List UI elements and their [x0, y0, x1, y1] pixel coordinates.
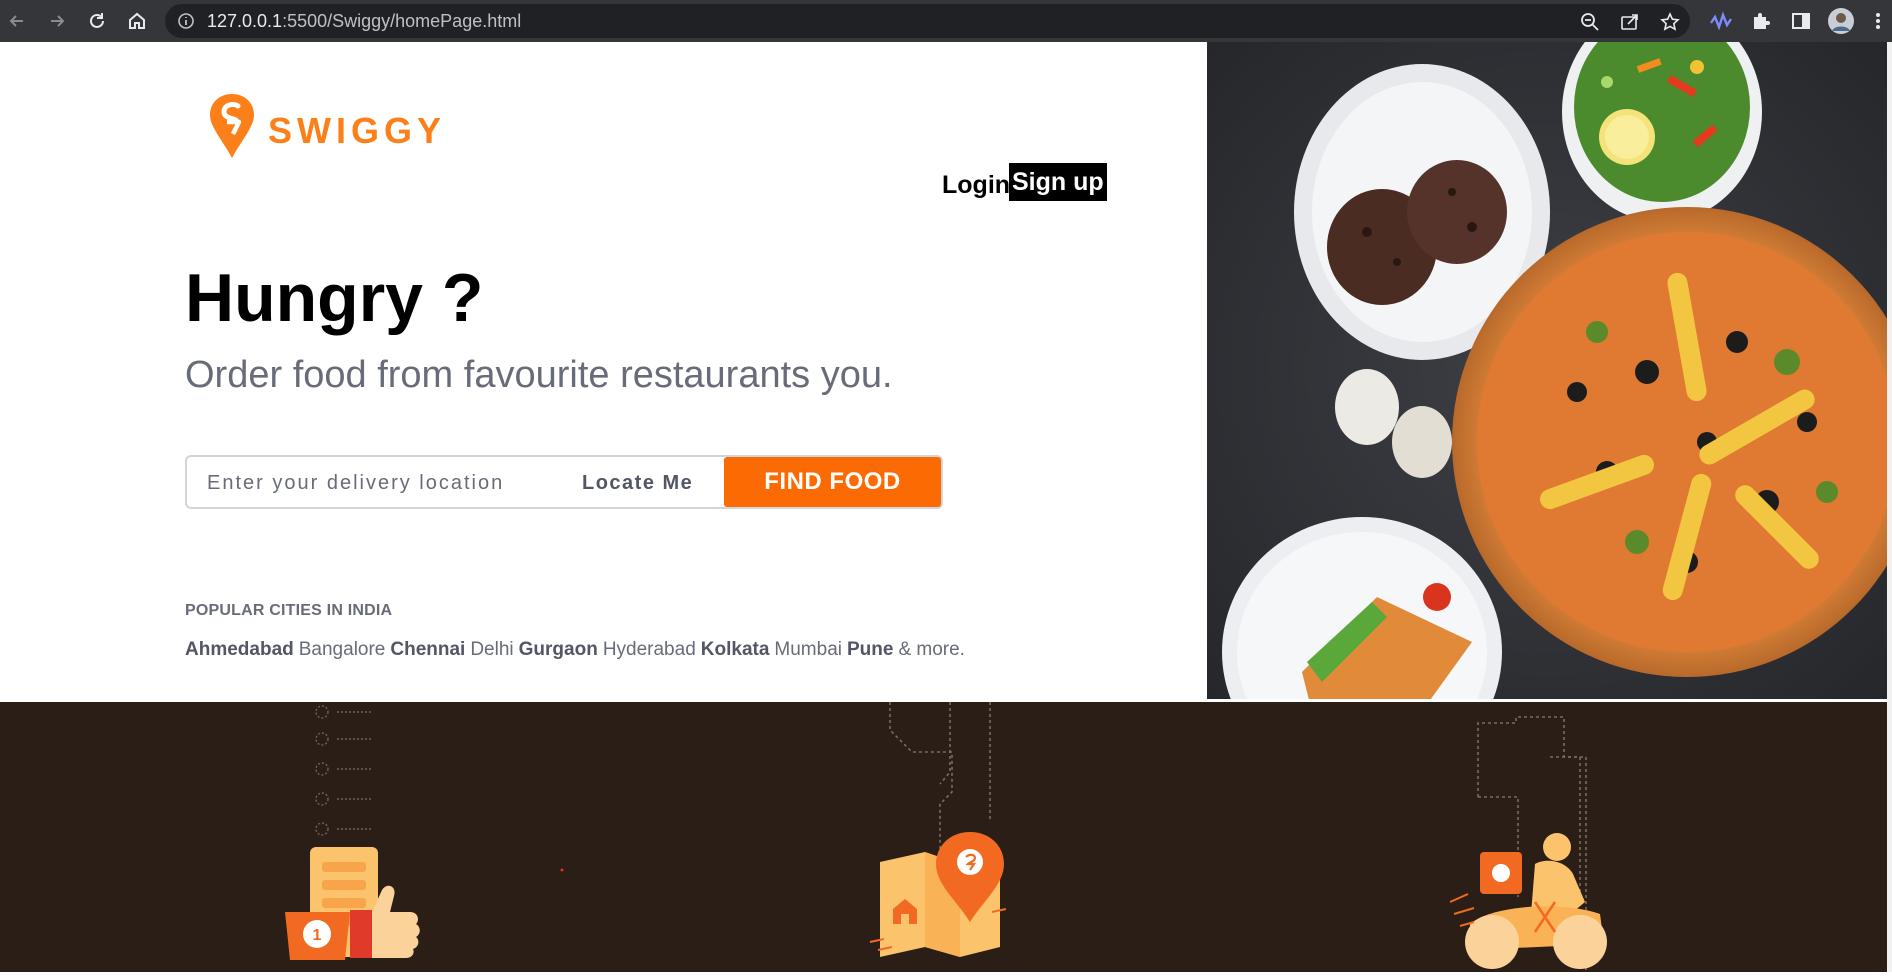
locate-me-button[interactable]: Locate Me: [582, 467, 693, 499]
hero-subheadline: Order food from favourite restaurants yo…: [185, 354, 893, 396]
how-it-works-section: 1: [0, 702, 1888, 977]
city-link[interactable]: Gurgaon: [519, 639, 598, 660]
location-search-bar: Locate Me FIND FOOD: [185, 455, 943, 509]
star-icon[interactable]: [1660, 12, 1680, 37]
puzzle-icon[interactable]: [1747, 7, 1775, 35]
delivery-location-input[interactable]: [205, 465, 539, 501]
city-link[interactable]: Chennai: [390, 639, 465, 660]
popular-cities-title: POPULAR CITIES IN INDIA: [185, 602, 393, 619]
hero-headline: Hungry ?: [185, 260, 484, 336]
city-link[interactable]: Bangalore: [299, 639, 386, 660]
home-button[interactable]: [122, 6, 152, 36]
map-location-illustration: [869, 702, 1007, 957]
reload-icon: [90, 13, 104, 28]
login-link[interactable]: Login: [942, 167, 1010, 203]
city-link[interactable]: Ahmedabad: [185, 639, 294, 660]
arrow-right-icon: [51, 15, 65, 27]
url-host: 127.0.0.1: [207, 11, 283, 31]
city-link[interactable]: Mumbai: [774, 639, 842, 660]
side-panel-icon[interactable]: [1787, 7, 1815, 35]
hero-food-image: [1207, 42, 1887, 699]
zoom-icon[interactable]: [1580, 12, 1600, 37]
hero-section: SWIGGY Login Sign up Hungry ? Order food…: [0, 42, 1207, 702]
address-bar[interactable]: 127.0.0.1:5500/Swiggy/homePage.html: [165, 4, 1690, 38]
order-checklist-illustration: 1: [285, 705, 420, 960]
onion-right: [1392, 406, 1452, 478]
onion-left: [1335, 369, 1399, 445]
arrow-left-icon: [9, 15, 23, 27]
back-button[interactable]: [2, 6, 32, 36]
reload-button[interactable]: [82, 6, 112, 36]
city-link[interactable]: Delhi: [470, 639, 513, 660]
kebab-menu-icon[interactable]: [1864, 7, 1892, 35]
browser-toolbar: 127.0.0.1:5500/Swiggy/homePage.html: [0, 0, 1892, 42]
find-food-button[interactable]: FIND FOOD: [724, 457, 941, 507]
city-link[interactable]: Hyderabad: [603, 639, 696, 660]
popular-cities-list: Ahmedabad Bangalore Chennai Delhi Gurgaon Hyd…: [185, 639, 965, 661]
home-icon: [129, 12, 145, 29]
swiggy-logo-icon: [210, 94, 254, 158]
city-link[interactable]: Pune: [847, 639, 893, 660]
food-illustration: [1207, 42, 1887, 699]
step-number: 1: [313, 927, 322, 944]
info-icon[interactable]: [177, 12, 195, 35]
brand-name: SWIGGY: [268, 110, 447, 151]
url-text: 127.0.0.1:5500/Swiggy/homePage.html: [207, 11, 521, 32]
signup-link[interactable]: Sign up: [1009, 163, 1107, 201]
url-path: :5500/Swiggy/homePage.html: [282, 11, 522, 31]
scrollbar-track[interactable]: [1887, 42, 1892, 972]
share-icon[interactable]: [1620, 12, 1640, 37]
forward-button[interactable]: [42, 6, 72, 36]
illustrations-strip: 1: [285, 702, 1607, 977]
city-link[interactable]: Kolkata: [701, 639, 770, 660]
delivery-scooter-illustration: [1449, 716, 1607, 977]
more-cities-link[interactable]: & more.: [898, 639, 965, 660]
swiggy-logo[interactable]: SWIGGY: [208, 92, 441, 164]
profile-avatar[interactable]: [1827, 7, 1855, 35]
wave-extension-icon[interactable]: [1707, 7, 1735, 35]
